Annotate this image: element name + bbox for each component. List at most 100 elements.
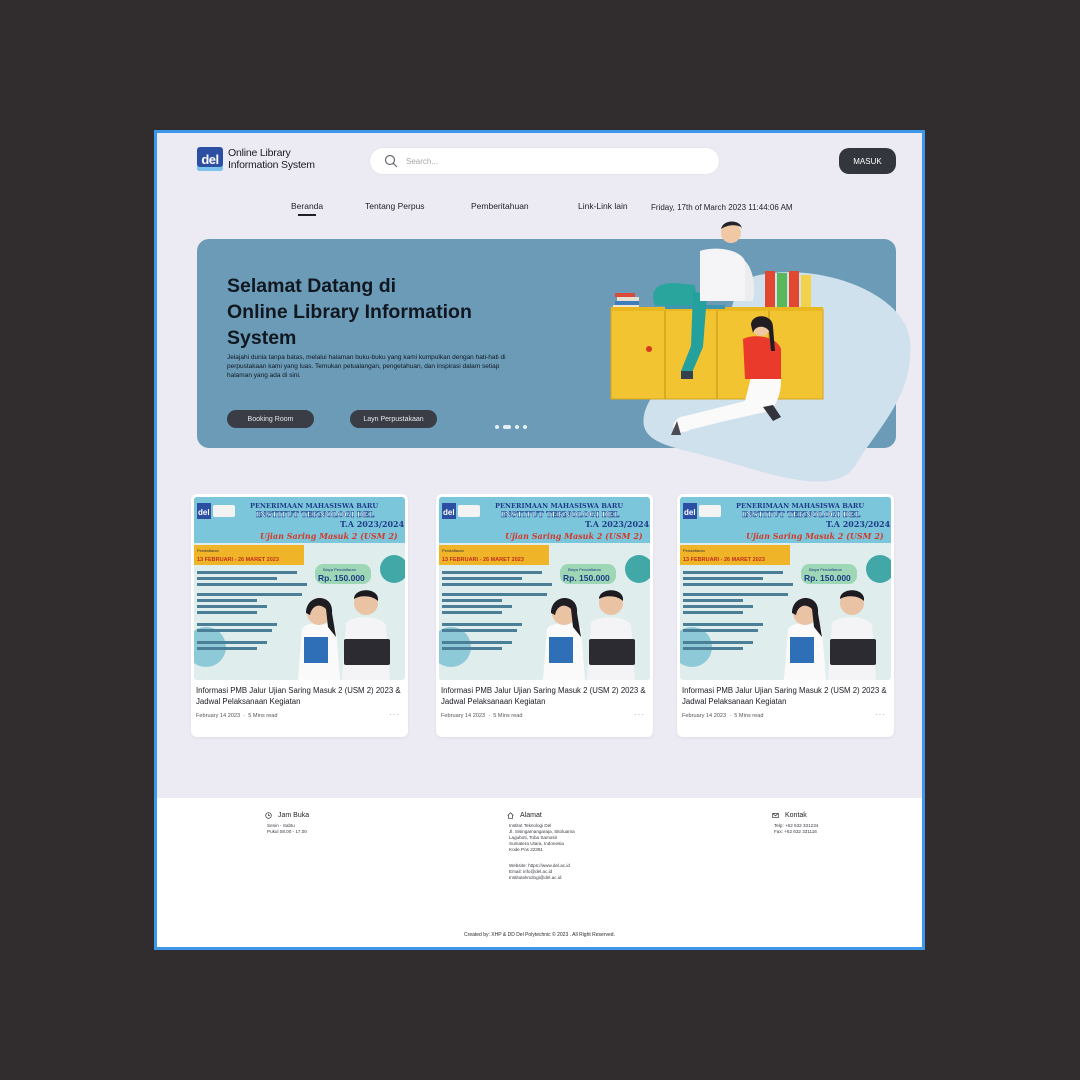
carousel-dot[interactable] [523, 425, 527, 429]
carousel-dot[interactable] [495, 425, 499, 429]
hours-line: Pukul 08.00 - 17.00 [267, 829, 307, 834]
svg-text:del: del [684, 508, 696, 517]
address-spacer [509, 853, 575, 863]
poster-fee: Rp. 150.000 [563, 573, 610, 583]
news-card[interactable]: del PENERIMAAN MAHASISWA BARU INSTITUT T… [677, 494, 894, 737]
card-read-time: 5 Mins read [248, 713, 278, 719]
nav-link-lain[interactable]: Link-Link lain [578, 201, 628, 211]
poster-exam: Ujian Saring Masuk 2 (USM 2) [505, 531, 643, 541]
card-poster: del PENERIMAAN MAHASISWA BARU INSTITUT T… [439, 497, 650, 680]
svg-text:del: del [198, 508, 210, 517]
card-poster: del PENERIMAAN MAHASISWA BARU INSTITUT T… [680, 497, 891, 680]
carousel-dots[interactable] [495, 425, 527, 429]
footer-contact: Kontak Telp: +62 632 331234 Fax: +62 632… [772, 812, 818, 835]
card-poster: del PENERIMAAN MAHASISWA BARU INSTITUT T… [194, 497, 405, 680]
nav-pemberitahuan[interactable]: Pemberitahuan [471, 201, 529, 211]
card-title[interactable]: Informasi PMB Jalur Ujian Saring Masuk 2… [682, 685, 890, 707]
poster-dates-label: Pendaftaran [683, 548, 705, 553]
footer-address-heading: Alamat [507, 812, 575, 819]
footer-contact-body: Telp: +62 632 331234 Fax: +62 632 331116 [772, 823, 818, 835]
site-logo[interactable]: del Online Library Information System [197, 147, 315, 171]
hero-illustration [610, 221, 911, 482]
poster-fee-label: Biaya Pendaftaran [323, 567, 356, 572]
copyright-text: Created by: XHP & DD Del Polytechnic © 2… [464, 932, 615, 938]
more-options-icon[interactable]: ··· [875, 710, 886, 719]
news-card[interactable]: del PENERIMAAN MAHASISWA BARU INSTITUT T… [436, 494, 653, 737]
poster-dates: 13 FEBRUARI - 26 MARET 2023 [442, 557, 524, 563]
poster-dates-label: Pendaftaran [442, 548, 464, 553]
footer-hours-title: Jam Buka [278, 812, 310, 819]
del-logo-badge: del [197, 147, 223, 171]
booking-room-button[interactable]: Booking Room [227, 410, 314, 428]
hero-title-line3: System [227, 327, 297, 349]
poster-year: T.A 2023/2024 [585, 519, 650, 529]
footer-contact-title: Kontak [785, 812, 807, 819]
poster-header2: INSTITUT TEKNOLOGI DEL [256, 510, 375, 519]
card-date: February 14 2023 [196, 713, 241, 719]
footer-hours: Jam Buka Senin - Sabtu Pukul 08.00 - 17.… [265, 812, 309, 835]
hero-description: Jelajahi dunia tanpa batas, melalui hala… [227, 354, 506, 379]
poster-dates-label: Pendaftaran [197, 548, 219, 553]
card-meta: February 14 2023 · 5 Mins read [682, 713, 764, 719]
poster-dates: 13 FEBRUARI - 26 MARET 2023 [197, 557, 279, 563]
browser-frame: del Online Library Information System MA… [154, 130, 925, 950]
hero-title: Selamat Datang di Online Library Informa… [227, 273, 517, 351]
carousel-dot[interactable] [515, 425, 519, 429]
poster-fee: Rp. 150.000 [804, 573, 851, 583]
card-title[interactable]: Informasi PMB Jalur Ujian Saring Masuk 2… [441, 685, 649, 707]
poster-fee-label: Biaya Pendaftaran [568, 567, 601, 572]
poster-header1: PENERIMAAN MAHASISWA BARU [736, 502, 864, 510]
main-nav: Beranda Tentang Perpus Pemberitahuan Lin… [157, 201, 922, 221]
poster-header1: PENERIMAAN MAHASISWA BARU [250, 502, 378, 510]
svg-text:del: del [443, 508, 455, 517]
current-datetime: Friday, 17th of March 2023 11:44:06 AM [651, 203, 793, 212]
carousel-dot-active[interactable] [503, 425, 511, 429]
footer-contact-heading: Kontak [772, 812, 818, 819]
admission-poster: del PENERIMAAN MAHASISWA BARU INSTITUT T… [439, 497, 650, 680]
site-name-line2: Information System [228, 159, 315, 171]
search-bar[interactable] [370, 148, 719, 174]
poster-year: T.A 2023/2024 [826, 519, 891, 529]
admission-poster: del PENERIMAAN MAHASISWA BARU INSTITUT T… [680, 497, 891, 680]
poster-fee: Rp. 150.000 [318, 573, 365, 583]
card-meta: February 14 2023 · 5 Mins read [441, 713, 523, 719]
login-button[interactable]: MASUK [839, 148, 896, 174]
nav-beranda[interactable]: Beranda [291, 201, 323, 216]
email-link[interactable]: Instituteknologi@del.ac.id [509, 875, 575, 881]
contact-line: Fax: +62 632 331116 [774, 829, 817, 834]
card-read-time: 5 Mins read [493, 713, 523, 719]
clock-icon [265, 812, 272, 819]
footer-address-title: Alamat [520, 812, 542, 819]
more-options-icon[interactable]: ··· [634, 710, 645, 719]
card-read-time: 5 Mins read [734, 713, 764, 719]
library-service-button[interactable]: Layn Perpustakaan [350, 410, 437, 428]
footer-hours-body: Senin - Sabtu Pukul 08.00 - 17.00 [265, 823, 309, 835]
poster-dates: 13 FEBRUARI - 26 MARET 2023 [683, 557, 765, 563]
home-icon [507, 812, 514, 819]
nav-tentang-perpus[interactable]: Tentang Perpus [365, 201, 425, 211]
poster-year: T.A 2023/2024 [340, 519, 405, 529]
mail-icon [772, 813, 779, 818]
poster-header2: INSTITUT TEKNOLOGI DEL [742, 510, 861, 519]
poster-header1: PENERIMAAN MAHASISWA BARU [495, 502, 623, 510]
card-title[interactable]: Informasi PMB Jalur Ujian Saring Masuk 2… [196, 685, 404, 707]
card-date: February 14 2023 [441, 713, 486, 719]
poster-exam: Ujian Saring Masuk 2 (USM 2) [746, 531, 884, 541]
poster-exam: Ujian Saring Masuk 2 (USM 2) [260, 531, 398, 541]
footer-address: Alamat Institut Teknologi Del Jl. Sising… [507, 812, 575, 881]
search-input[interactable] [406, 156, 696, 166]
more-options-icon[interactable]: ··· [389, 710, 400, 719]
footer: Jam Buka Senin - Sabtu Pukul 08.00 - 17.… [157, 798, 922, 947]
footer-address-body: Institut Teknologi Del Jl. Sisingamangar… [507, 823, 575, 881]
site-name: Online Library Information System [228, 147, 315, 171]
search-icon [384, 154, 398, 168]
poster-header2: INSTITUT TEKNOLOGI DEL [501, 510, 620, 519]
footer-hours-heading: Jam Buka [265, 812, 309, 819]
hero-title-line1: Selamat Datang di [227, 275, 397, 297]
hero-title-line2: Online Library Information [227, 301, 472, 323]
card-date: February 14 2023 [682, 713, 727, 719]
admission-poster: del PENERIMAAN MAHASISWA BARU INSTITUT T… [194, 497, 405, 680]
card-meta: February 14 2023 · 5 Mins read [196, 713, 278, 719]
site-name-line1: Online Library [228, 147, 291, 159]
news-card[interactable]: del PENERIMAAN MAHASISWA BARU INSTITUT T… [191, 494, 408, 737]
